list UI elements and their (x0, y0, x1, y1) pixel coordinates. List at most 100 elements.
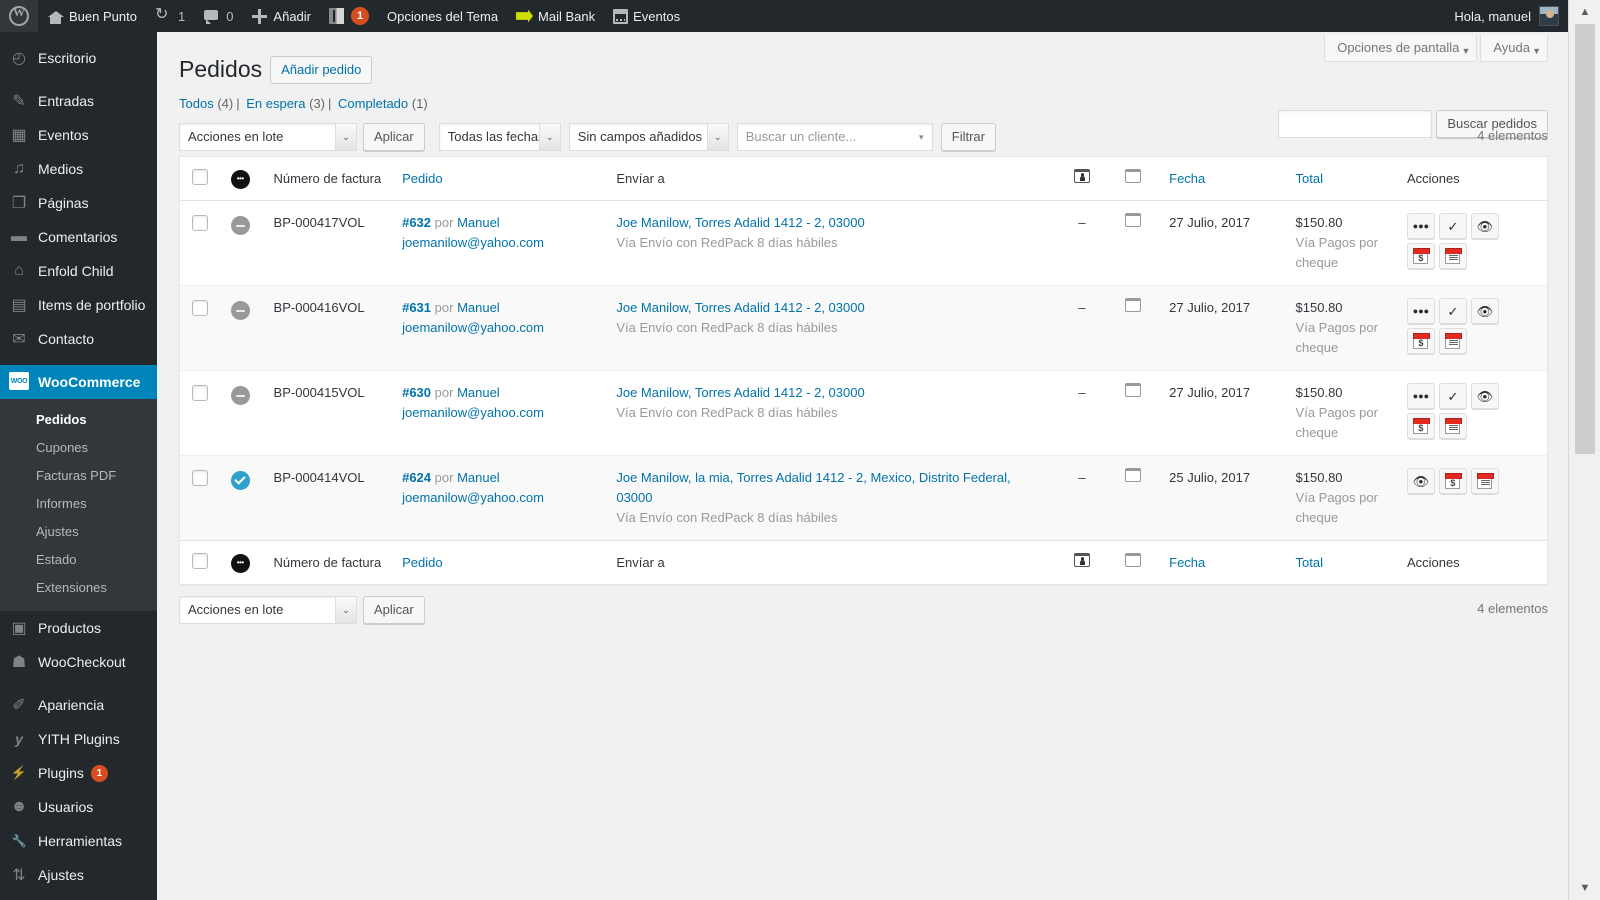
processing-button[interactable]: ●●● (1406, 213, 1435, 239)
events-menu[interactable]: Eventos (604, 0, 689, 32)
header-date[interactable]: Fecha (1159, 157, 1286, 201)
order-number-link[interactable]: #631 (402, 300, 431, 315)
scroll-down-arrow-icon[interactable]: ▼ (1569, 876, 1600, 900)
fields-filter-select[interactable]: Sin campos añadidos ⌄ (568, 123, 729, 151)
order-number-link[interactable]: #632 (402, 215, 431, 230)
status-onhold-icon[interactable] (230, 386, 250, 406)
sidebar-item-comentarios[interactable]: ▬ Comentarios (0, 220, 157, 254)
ship-to-address-link[interactable]: Joe Manilow, Torres Adalid 1412 - 2, 030… (616, 385, 864, 400)
invoice-pdf-button[interactable]: $ (1406, 243, 1435, 269)
sidebar-item-escritorio[interactable]: ◴ Escritorio (0, 41, 157, 75)
submenu-item-extensiones[interactable]: Extensiones (0, 574, 157, 602)
add-order-button[interactable]: Añadir pedido (270, 56, 373, 84)
mail-bank-menu[interactable]: Mail Bank (507, 0, 604, 32)
sidebar-item-enfold-child[interactable]: ⌂ Enfold Child (0, 254, 157, 288)
ship-to-address-link[interactable]: Joe Manilow, la mia, Torres Adalid 1412 … (616, 470, 1010, 505)
updates-menu[interactable]: 1 (146, 0, 194, 32)
row-select-checkbox[interactable] (192, 470, 208, 486)
apply-button-bottom[interactable]: Aplicar (363, 596, 425, 624)
row-select-checkbox[interactable] (192, 385, 208, 401)
scroll-up-arrow-icon[interactable]: ▲ (1569, 0, 1600, 24)
status-onhold-icon[interactable] (230, 301, 250, 321)
view-button[interactable]: 👁 (1470, 213, 1499, 239)
filter-en-espera-link[interactable]: En espera (246, 96, 305, 111)
complete-button[interactable]: ✓ (1438, 213, 1467, 239)
order-customer-link[interactable]: Manuel (457, 300, 500, 315)
sidebar-item-herramientas[interactable]: 🔧 Herramientas (0, 824, 157, 858)
order-customer-link[interactable]: Manuel (457, 215, 500, 230)
submenu-item-cupones[interactable]: Cupones (0, 434, 157, 462)
order-email-link[interactable]: joemanilow@yahoo.com (402, 488, 596, 508)
screen-options-toggle[interactable]: Opciones de pantalla ▼ (1324, 35, 1478, 62)
ship-to-address-link[interactable]: Joe Manilow, Torres Adalid 1412 - 2, 030… (616, 215, 864, 230)
order-customer-link[interactable]: Manuel (457, 470, 500, 485)
wp-logo-menu[interactable] (0, 0, 38, 32)
filter-en-espera[interactable]: En espera (3) | (246, 96, 334, 111)
order-customer-link[interactable]: Manuel (457, 385, 500, 400)
packingslip-pdf-button[interactable] (1438, 328, 1467, 354)
sidebar-item-paginas[interactable]: ❐ Páginas (0, 186, 157, 220)
new-content-menu[interactable]: Añadir (242, 0, 320, 32)
sidebar-item-medios[interactable]: ♫ Medios (0, 152, 157, 186)
row-select-checkbox[interactable] (192, 300, 208, 316)
my-account-menu[interactable]: Hola, manuel (1445, 0, 1568, 32)
theme-updates-menu[interactable]: 1 (320, 0, 378, 32)
processing-button[interactable]: ●●● (1406, 298, 1435, 324)
sidebar-item-woocheckout[interactable]: ☗ WooCheckout (0, 645, 157, 679)
scrollbar-thumb[interactable] (1575, 24, 1595, 454)
submenu-item-ajustes[interactable]: Ajustes (0, 518, 157, 546)
order-email-link[interactable]: joemanilow@yahoo.com (402, 403, 596, 423)
sidebar-item-contacto[interactable]: ✉ Contacto (0, 322, 157, 356)
sidebar-item-portfolio[interactable]: ▤ Items de portfolio (0, 288, 157, 322)
theme-options-menu[interactable]: Opciones del Tema (378, 0, 507, 32)
view-button[interactable]: 👁 (1470, 298, 1499, 324)
footer-order[interactable]: Pedido (392, 540, 607, 584)
filter-completado-link[interactable]: Completado (338, 96, 408, 111)
sidebar-item-productos[interactable]: ▣ Productos (0, 611, 157, 645)
packingslip-pdf-button[interactable] (1470, 468, 1499, 494)
footer-total[interactable]: Total (1285, 540, 1397, 584)
packingslip-pdf-button[interactable] (1438, 243, 1467, 269)
sidebar-item-eventos[interactable]: ▦ Eventos (0, 118, 157, 152)
order-email-link[interactable]: joemanilow@yahoo.com (402, 318, 596, 338)
order-number-link[interactable]: #624 (402, 470, 431, 485)
invoice-pdf-button[interactable]: $ (1438, 468, 1467, 494)
footer-date[interactable]: Fecha (1159, 540, 1286, 584)
packingslip-pdf-button[interactable] (1438, 413, 1467, 439)
invoice-pdf-button[interactable]: $ (1406, 328, 1435, 354)
ship-to-address-link[interactable]: Joe Manilow, Torres Adalid 1412 - 2, 030… (616, 300, 864, 315)
invoice-pdf-button[interactable]: $ (1406, 413, 1435, 439)
select-all-checkbox-top[interactable] (192, 169, 208, 185)
page-scrollbar[interactable]: ▲ ▼ (1568, 0, 1600, 900)
apply-button-top[interactable]: Aplicar (363, 123, 425, 151)
sidebar-item-entradas[interactable]: ✎ Entradas (0, 84, 157, 118)
filter-todos[interactable]: Todos (4) | (179, 96, 243, 111)
comments-menu[interactable]: 0 (194, 0, 242, 32)
sidebar-item-usuarios[interactable]: ☻ Usuarios (0, 790, 157, 824)
submenu-item-estado[interactable]: Estado (0, 546, 157, 574)
order-number-link[interactable]: #630 (402, 385, 431, 400)
date-filter-select[interactable]: Todas las fechas ⌄ (438, 123, 561, 151)
status-completed-icon[interactable] (230, 470, 250, 490)
bulk-action-select-top[interactable]: Acciones en lote ⌄ (179, 123, 357, 151)
sidebar-item-woocommerce[interactable]: WOO WooCommerce (0, 365, 165, 399)
help-toggle[interactable]: Ayuda ▼ (1480, 35, 1548, 62)
view-button[interactable]: 👁 (1406, 468, 1435, 494)
bulk-action-select-bottom[interactable]: Acciones en lote ⌄ (179, 596, 357, 624)
submenu-item-facturas-pdf[interactable]: Facturas PDF (0, 462, 157, 490)
status-onhold-icon[interactable] (230, 216, 250, 236)
submenu-item-informes[interactable]: Informes (0, 490, 157, 518)
filter-todos-link[interactable]: Todos (179, 96, 214, 111)
complete-button[interactable]: ✓ (1438, 298, 1467, 324)
customer-search-select[interactable]: Buscar un cliente... ▾ (736, 123, 933, 151)
sidebar-item-yith-plugins[interactable]: y YITH Plugins (0, 722, 157, 756)
filter-button[interactable]: Filtrar (940, 123, 996, 151)
processing-button[interactable]: ●●● (1406, 383, 1435, 409)
complete-button[interactable]: ✓ (1438, 383, 1467, 409)
row-select-checkbox[interactable] (192, 215, 208, 231)
site-name-menu[interactable]: Buen Punto (38, 0, 146, 32)
sidebar-item-plugins[interactable]: ⚡ Plugins 1 (0, 756, 157, 790)
header-total[interactable]: Total (1285, 157, 1397, 201)
sidebar-item-ajustes[interactable]: ⇅ Ajustes (0, 858, 157, 892)
header-order[interactable]: Pedido (392, 157, 607, 201)
